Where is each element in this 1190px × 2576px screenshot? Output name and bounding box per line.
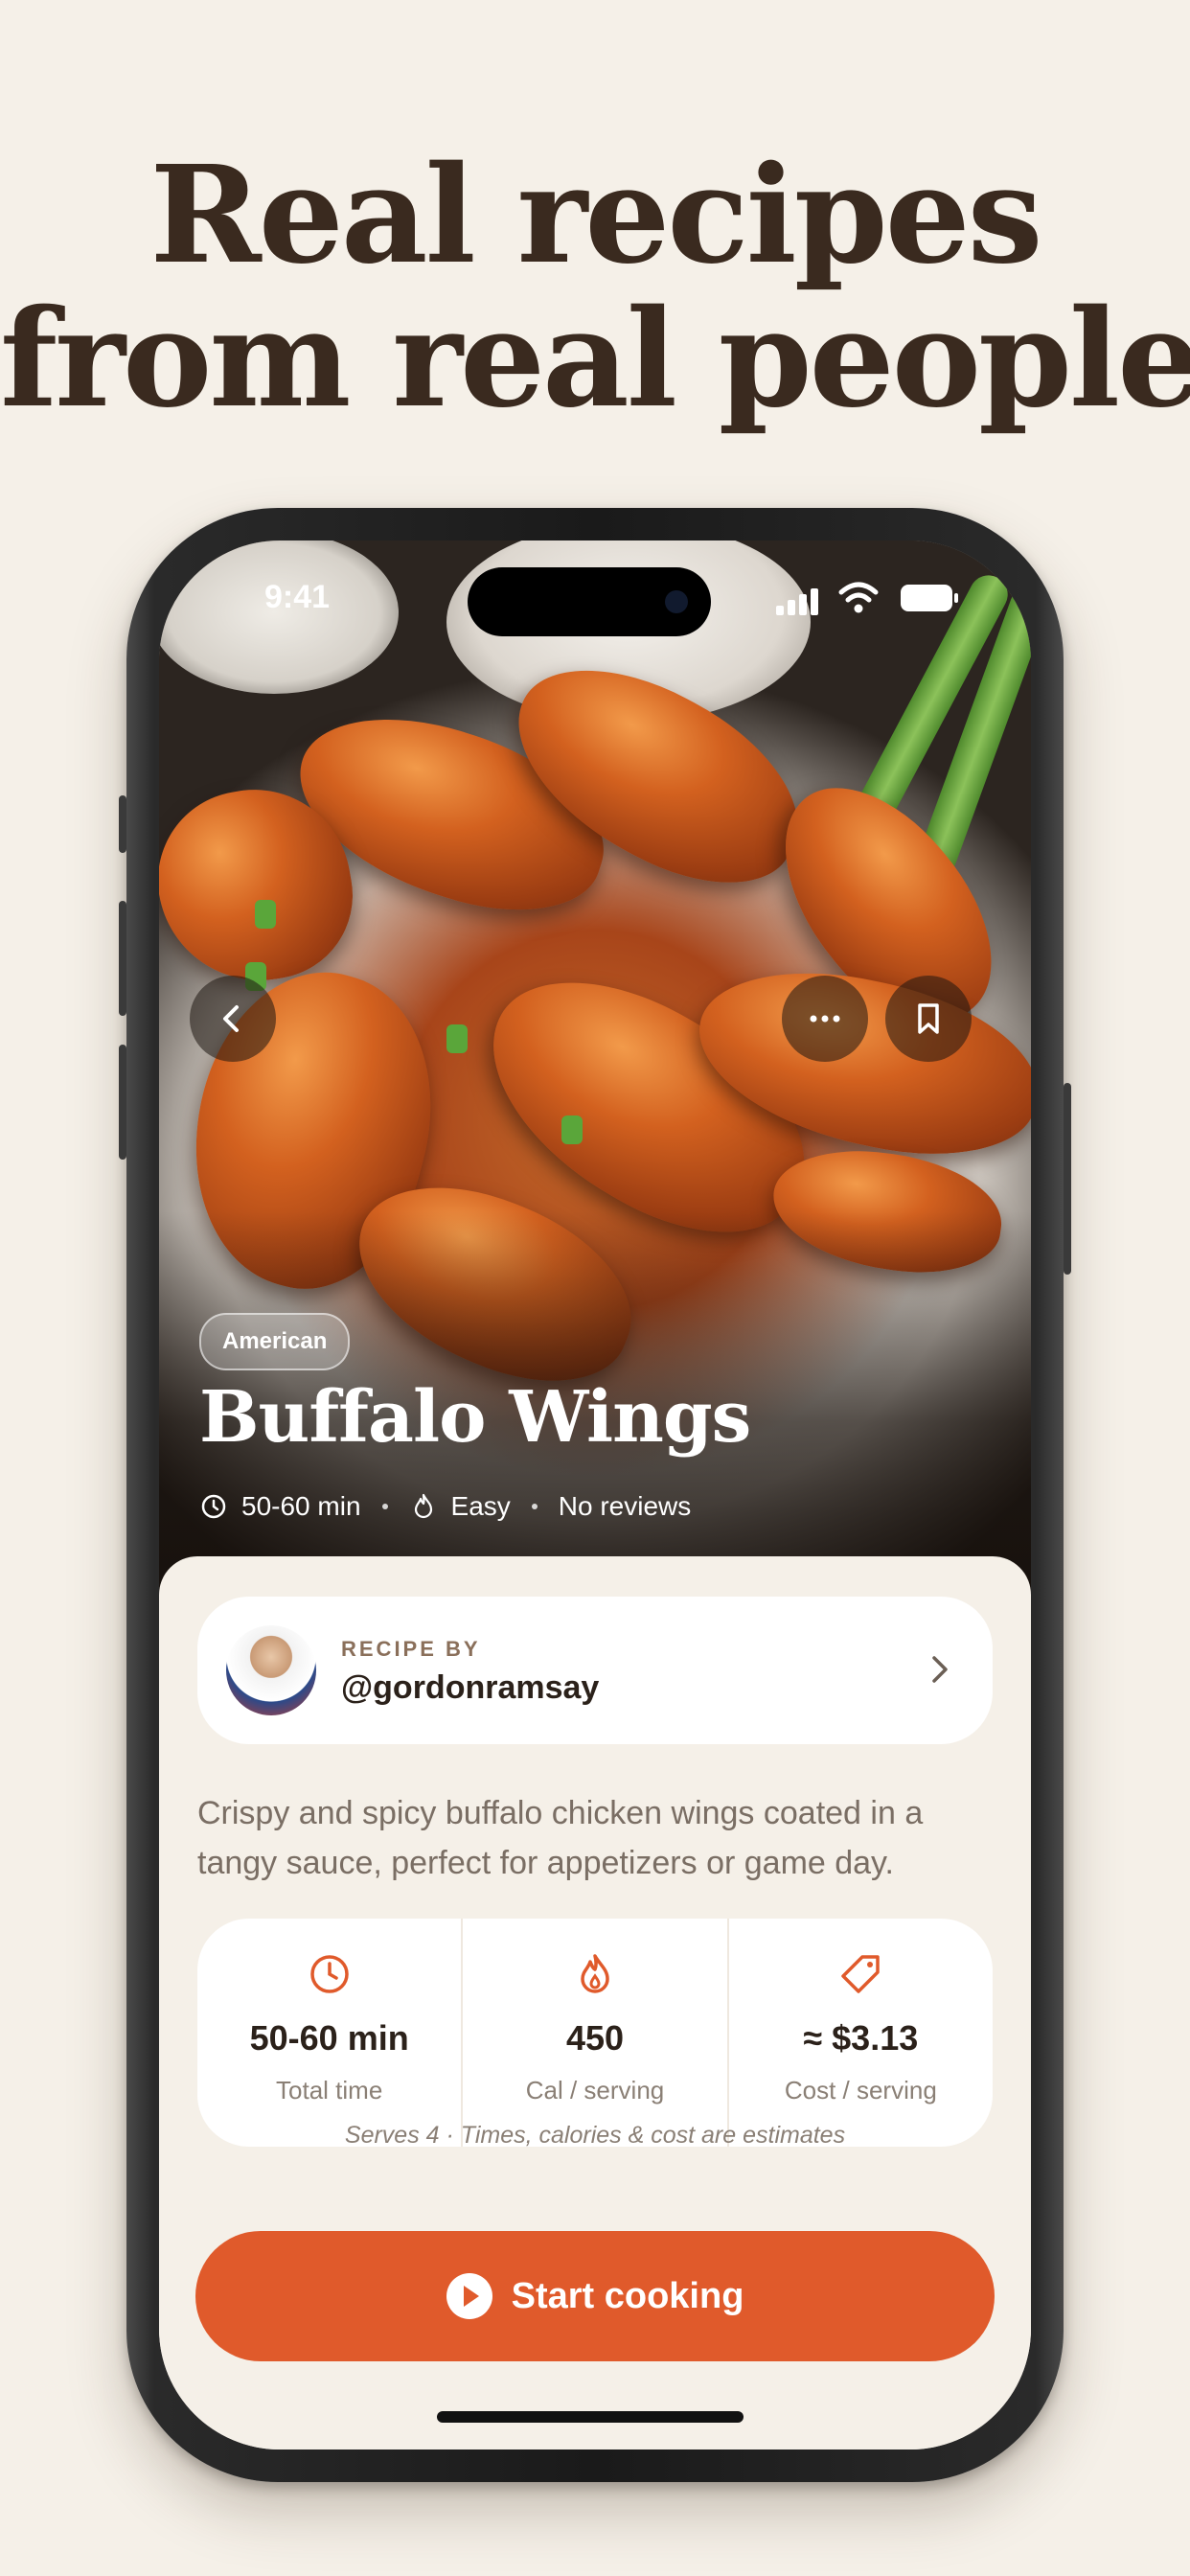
start-cooking-label: Start cooking: [511, 2275, 744, 2316]
stat-value: 50-60 min: [249, 2018, 409, 2058]
chevron-left-icon: [223, 1005, 239, 1032]
clock-icon: [309, 1955, 349, 1993]
phone-power-button: [1064, 1083, 1071, 1275]
cuisine-tag[interactable]: American: [199, 1313, 351, 1370]
stat-total-time: 50-60 min Total time: [197, 1919, 461, 2147]
battery-icon: [901, 585, 958, 611]
meta-time: 50-60 min: [241, 1491, 361, 1521]
scallion-garnish: [255, 900, 276, 929]
play-icon: [446, 2273, 492, 2319]
more-options-button[interactable]: [782, 976, 868, 1062]
cellular-signal-icon: [776, 586, 822, 615]
status-bar: 9:41: [159, 540, 1031, 665]
wifi-icon: [838, 582, 879, 613]
meta-separator: [381, 1504, 388, 1509]
recipe-meta-row: 50-60 min Easy No reviews: [199, 1491, 691, 1522]
author-card[interactable]: RECIPE BY @gordonramsay: [197, 1597, 993, 1744]
phone-mockup: 9:41 American Buffalo Wings 50-60 min Ea…: [119, 508, 1071, 2482]
recipe-title: Buffalo Wings: [199, 1376, 751, 1459]
stat-value: ≈ $3.13: [803, 2018, 919, 2058]
phone-volume-up: [119, 901, 126, 1016]
meta-reviews[interactable]: No reviews: [559, 1491, 691, 1522]
author-handle: @gordonramsay: [341, 1669, 600, 1706]
start-cooking-button[interactable]: Start cooking: [195, 2231, 995, 2361]
ellipsis-icon: [810, 1015, 840, 1023]
headline-line-1: Real recipes: [149, 137, 1042, 294]
price-tag-icon: [841, 1955, 881, 1993]
back-button[interactable]: [190, 976, 276, 1062]
flame-icon: [581, 1954, 609, 1993]
stat-value: 450: [565, 2018, 625, 2058]
status-time: 9:41: [264, 579, 331, 615]
dynamic-island: [468, 567, 711, 636]
recipe-stats-card: 50-60 min Total time 450 Cal / serving ≈…: [197, 1919, 993, 2147]
scallion-garnish: [561, 1116, 583, 1144]
stat-label: Cost / serving: [784, 2076, 937, 2104]
phone-mute-switch: [119, 795, 126, 853]
author-avatar: [226, 1625, 316, 1715]
meta-difficulty: Easy: [450, 1491, 511, 1521]
stat-label: Cal / serving: [525, 2076, 665, 2104]
stat-cost: ≈ $3.13 Cost / serving: [726, 1919, 993, 2147]
bookmark-button[interactable]: [885, 976, 972, 1062]
phone-volume-down: [119, 1045, 126, 1160]
phone-screen: 9:41 American Buffalo Wings 50-60 min Ea…: [159, 540, 1031, 2450]
meta-separator: [531, 1504, 538, 1509]
estimates-footnote: Serves 4 · Times, calories & cost are es…: [344, 2122, 846, 2149]
bookmark-icon: [918, 1003, 939, 1034]
chevron-right-icon: [932, 1656, 948, 1683]
recipe-by-label: RECIPE BY: [341, 1637, 481, 1661]
home-indicator[interactable]: [437, 2411, 744, 2423]
stat-label: Total time: [276, 2076, 383, 2104]
recipe-description: Crispy and spicy buffalo chicken wings c…: [197, 1795, 924, 1881]
front-camera: [665, 590, 688, 613]
clock-icon: [201, 1494, 226, 1519]
headline-line-2: from real people.: [0, 281, 1190, 438]
stat-calories: 450 Cal / serving: [461, 1919, 726, 2147]
flame-icon: [414, 1493, 432, 1519]
scallion-garnish: [446, 1024, 468, 1053]
marketing-headline: Real recipes from real people.: [0, 144, 1190, 431]
